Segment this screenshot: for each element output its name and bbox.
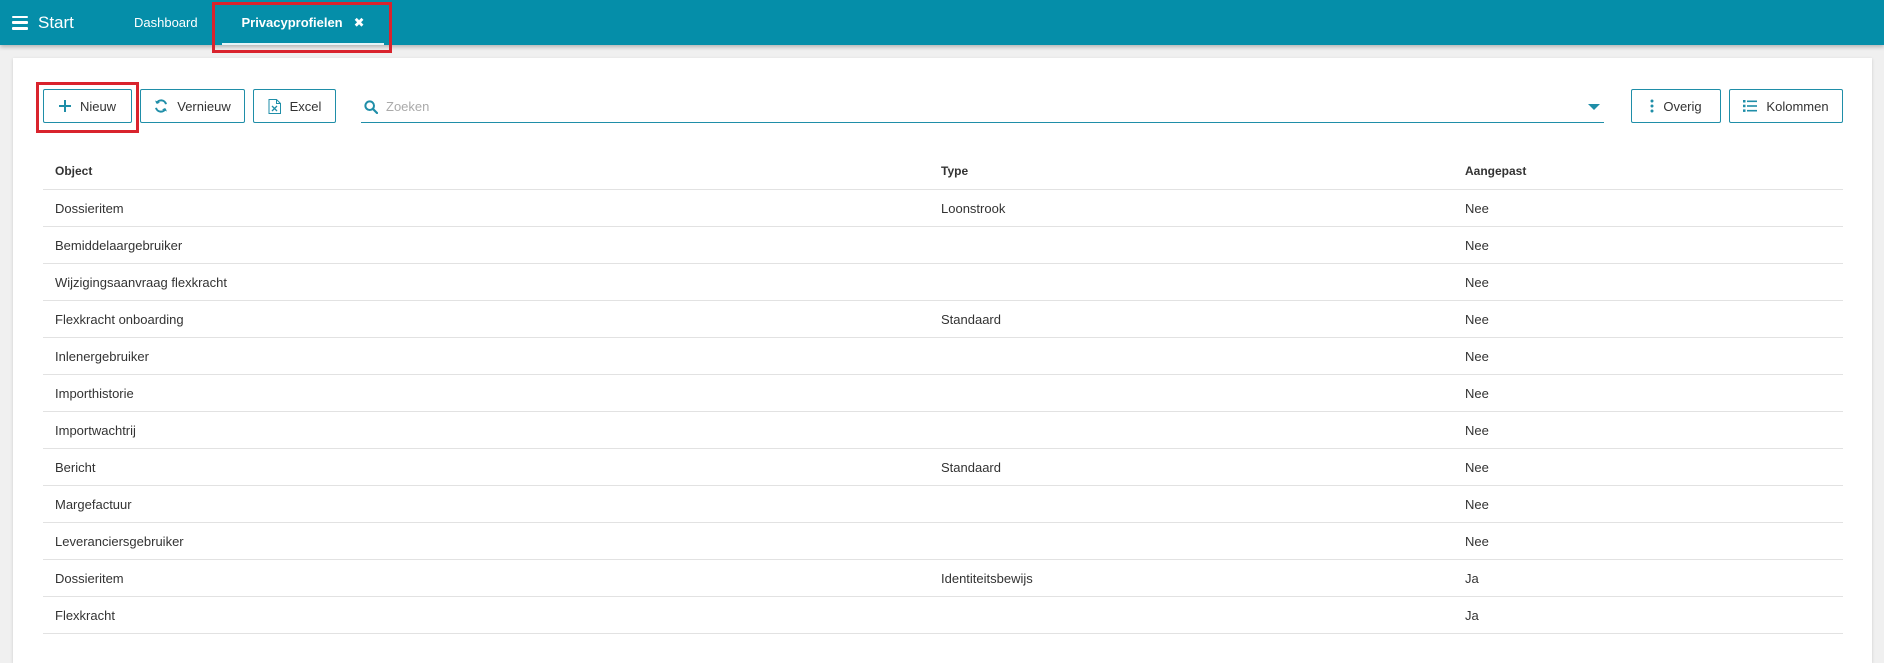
cell-object: Importwachtrij [55,422,136,438]
cell-aangepast: Ja [1465,607,1479,623]
cell-object: Flexkracht onboarding [55,311,184,327]
cell-aangepast: Nee [1465,459,1489,475]
cell-object: Wijzigingsaanvraag flexkracht [55,274,227,290]
cell-aangepast: Nee [1465,422,1489,438]
cell-type: Loonstrook [941,200,1006,216]
table-row[interactable]: Importhistorie Nee [43,375,1843,412]
plus-icon [58,100,71,112]
cell-object: Importhistorie [55,385,134,401]
new-button-label: Nieuw [79,98,117,114]
cell-object: Inlenergebruiker [55,348,149,364]
refresh-button[interactable]: Vernieuw [140,89,245,123]
cell-type: Standaard [941,459,1001,475]
table-row[interactable]: Importwachtrij Nee [43,412,1843,449]
start-label: Start [38,12,74,32]
cell-aangepast: Nee [1465,348,1489,364]
cell-aangepast: Nee [1465,385,1489,401]
cell-aangepast: Ja [1465,570,1479,586]
close-icon[interactable]: ✖ [354,15,365,31]
more-vertical-icon [1650,99,1654,113]
hamburger-icon [12,15,28,30]
cell-aangepast: Nee [1465,533,1489,549]
table-row[interactable]: Flexkracht onboarding Standaard Nee [43,301,1843,338]
table-row[interactable]: Margefactuur Nee [43,486,1843,523]
columns-button[interactable]: Kolommen [1729,89,1843,123]
cell-object: Margefactuur [55,496,132,512]
table-row[interactable]: Wijzigingsaanvraag flexkracht Nee [43,264,1843,301]
column-header-aangepast[interactable]: Aangepast [1465,152,1526,189]
table-row[interactable]: Bericht Standaard Nee [43,449,1843,486]
new-button[interactable]: Nieuw [43,89,132,123]
table-row[interactable]: Bemiddelaargebruiker Nee [43,227,1843,264]
search-input[interactable] [386,99,1588,114]
table-row[interactable]: Dossieritem Identiteitsbewijs Ja [43,560,1843,597]
search-icon [364,99,378,114]
excel-button[interactable]: Excel [253,89,336,123]
table-row[interactable]: Leveranciersgebruiker Nee [43,523,1843,560]
other-button[interactable]: Overig [1631,89,1721,123]
cell-object: Dossieritem [55,570,124,586]
caret-down-icon[interactable] [1588,103,1600,110]
column-header-type[interactable]: Type [941,152,968,189]
search-bar [361,91,1604,123]
column-header-object[interactable]: Object [55,152,92,189]
cell-object: Bericht [55,459,96,475]
tab-dashboard[interactable]: Dashboard [134,0,198,45]
other-button-label: Overig [1663,98,1702,114]
top-bar: Start Dashboard Privacyprofielen ✖ [0,0,1884,45]
cell-object: Dossieritem [55,200,124,216]
tab-privacyprofielen[interactable]: Privacyprofielen ✖ [222,0,384,45]
table-row[interactable]: Flexkracht Ja [43,597,1843,634]
cell-aangepast: Nee [1465,200,1489,216]
table-body: Dossieritem Loonstrook Nee Bemiddelaargebru… [43,190,1843,634]
cell-aangepast: Nee [1465,237,1489,253]
refresh-icon [154,99,168,113]
cell-aangepast: Nee [1465,311,1489,327]
table-row[interactable]: Dossieritem Loonstrook Nee [43,190,1843,227]
cell-type: Identiteitsbewijs [941,570,1033,586]
refresh-button-label: Vernieuw [177,98,231,114]
cell-aangepast: Nee [1465,496,1489,512]
start-menu-button[interactable]: Start [12,0,74,45]
cell-type: Standaard [941,311,1001,327]
cell-object: Bemiddelaargebruiker [55,237,183,253]
cell-aangepast: Nee [1465,274,1489,290]
list-columns-icon [1743,100,1758,112]
cell-object: Flexkracht [55,607,115,623]
columns-button-label: Kolommen [1766,98,1829,114]
excel-button-label: Excel [289,98,322,114]
table-row[interactable]: Inlenergebruiker Nee [43,338,1843,375]
tab-privacyprofielen-label: Privacyprofielen [241,15,343,30]
tab-dashboard-label: Dashboard [134,15,198,30]
excel-file-icon [268,98,281,114]
cell-object: Leveranciersgebruiker [55,533,184,549]
privacy-profiles-table: Object Type Aangepast Dossieritem Loonstr… [43,152,1843,634]
table-header: Object Type Aangepast [43,152,1843,190]
